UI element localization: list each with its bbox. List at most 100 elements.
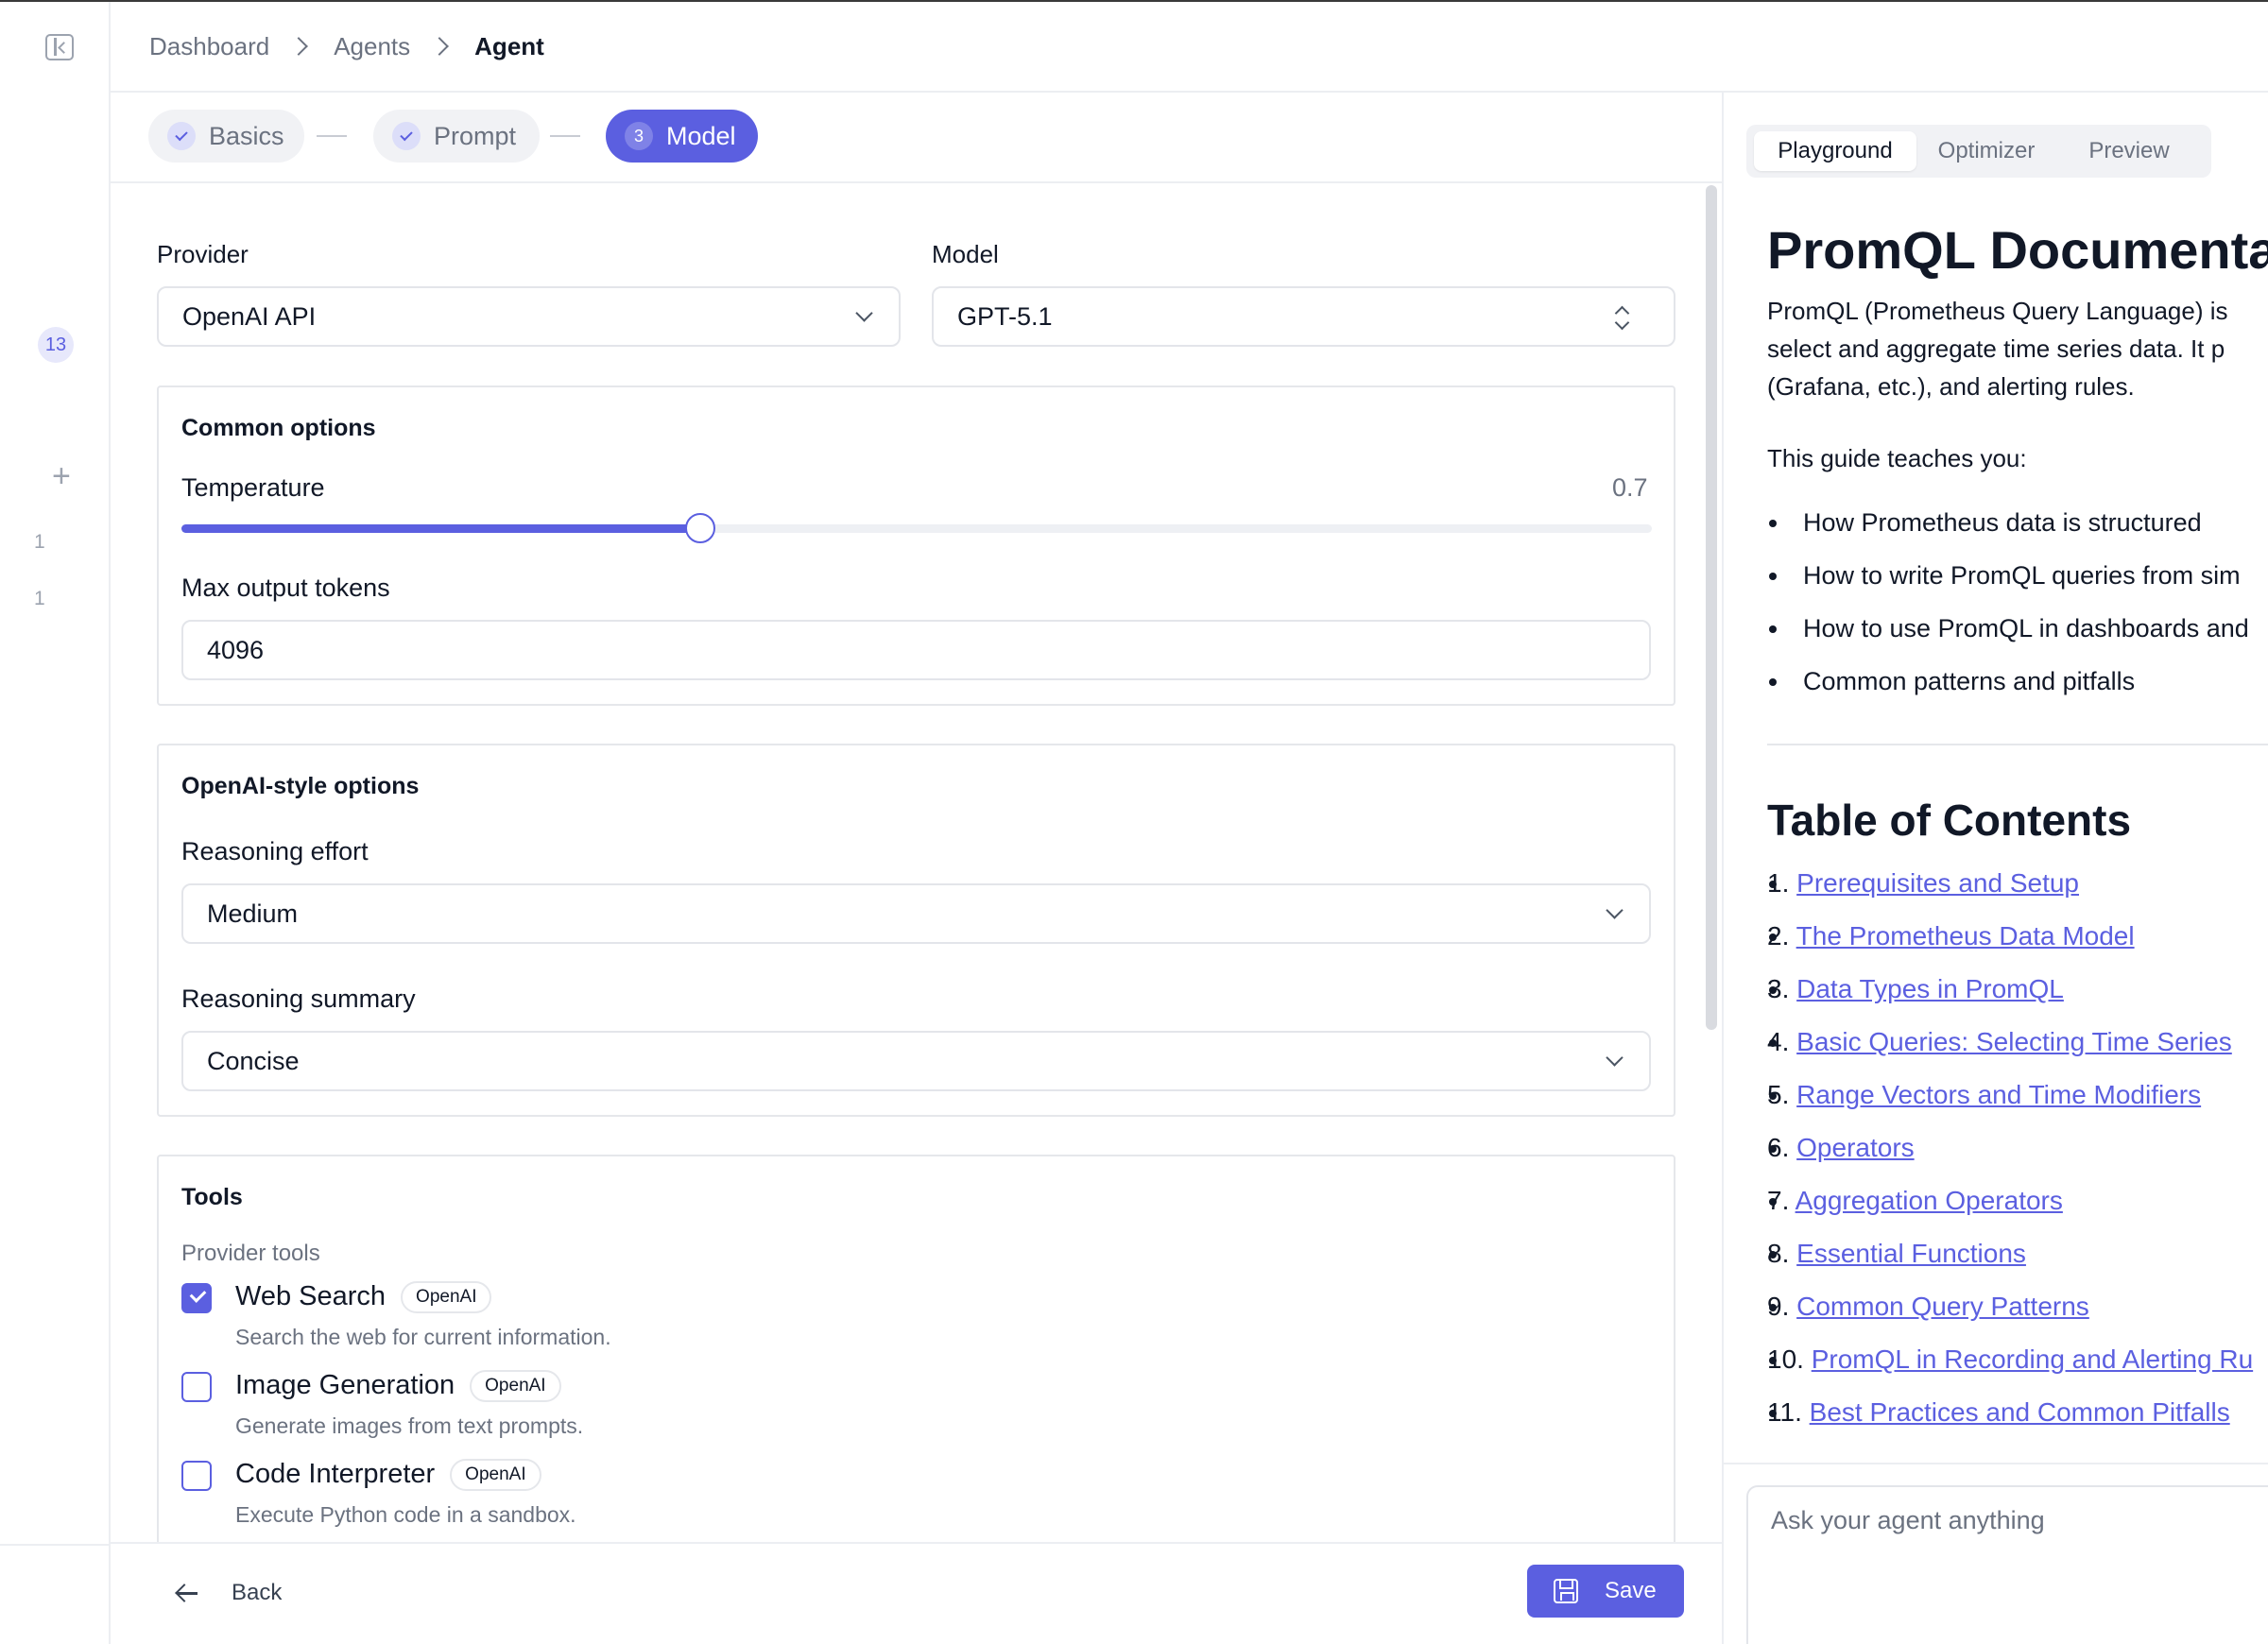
tools-title: Tools bbox=[181, 1184, 243, 1210]
toc-link[interactable]: Best Practices and Common Pitfalls bbox=[1810, 1397, 2230, 1427]
toc-link[interactable]: PromQL in Recording and Alerting Ru bbox=[1812, 1344, 2253, 1374]
reasoning-summary-select[interactable]: Concise bbox=[181, 1031, 1651, 1091]
plus-icon[interactable]: + bbox=[52, 460, 71, 492]
reasoning-effort-select[interactable]: Medium bbox=[181, 883, 1651, 944]
toc-link[interactable]: Essential Functions bbox=[1796, 1239, 2026, 1268]
toc-title: Table of Contents bbox=[1767, 796, 2132, 845]
rail-divider bbox=[0, 1544, 111, 1546]
list-item: How to write PromQL queries from sim bbox=[1767, 549, 2268, 602]
step-label: Model bbox=[666, 121, 736, 150]
toc-link[interactable]: Operators bbox=[1796, 1133, 1915, 1162]
chevron-right-icon bbox=[289, 37, 309, 56]
max-tokens-input[interactable]: 4096 bbox=[181, 620, 1651, 680]
doc-divider bbox=[1767, 744, 2268, 745]
provider-badge: OpenAI bbox=[401, 1281, 492, 1313]
reasoning-effort-label: Reasoning effort bbox=[181, 837, 369, 865]
provider-badge: OpenAI bbox=[450, 1459, 541, 1491]
toc-link[interactable]: Basic Queries: Selecting Time Series bbox=[1796, 1027, 2232, 1056]
chat-input[interactable] bbox=[1771, 1506, 2268, 1535]
toc-number: 9. bbox=[1767, 1292, 1790, 1321]
back-label: Back bbox=[232, 1580, 283, 1605]
toc-link[interactable]: The Prometheus Data Model bbox=[1796, 921, 2135, 950]
model-select[interactable]: GPT-5.1 bbox=[932, 286, 1675, 347]
sidebar-toggle-icon[interactable] bbox=[45, 34, 74, 60]
toc-item: 4. Basic Queries: Selecting Time Series bbox=[1767, 1016, 2268, 1069]
form-scrollbar[interactable] bbox=[1706, 185, 1717, 1030]
toc-number: 7. bbox=[1767, 1186, 1790, 1215]
step-prompt[interactable]: Prompt bbox=[373, 110, 540, 163]
web-search-checkbox[interactable] bbox=[181, 1283, 212, 1313]
toc-number: 11. bbox=[1767, 1397, 1802, 1427]
chevron-down-icon bbox=[855, 304, 873, 322]
model-value: GPT-5.1 bbox=[957, 301, 1053, 331]
image-generation-checkbox[interactable] bbox=[181, 1372, 212, 1402]
tab-optimizer[interactable]: Optimizer bbox=[1920, 131, 2053, 171]
reasoning-effort-value: Medium bbox=[207, 899, 299, 928]
toc-number: 3. bbox=[1767, 974, 1790, 1003]
temperature-label: Temperature bbox=[181, 473, 325, 502]
breadcrumb-agents[interactable]: Agents bbox=[334, 32, 410, 61]
toc-item: 11. Best Practices and Common Pitfalls bbox=[1767, 1386, 2268, 1439]
step-connector bbox=[550, 135, 580, 137]
code-interpreter-checkbox[interactable] bbox=[181, 1461, 212, 1491]
tab-preview[interactable]: Preview bbox=[2058, 131, 2200, 171]
doc-intro-line: (Grafana, etc.), and alerting rules. bbox=[1767, 372, 2135, 401]
provider-value: OpenAI API bbox=[182, 301, 317, 331]
doc-title: PromQL Documenta bbox=[1767, 220, 2268, 280]
tool-name: Web Search bbox=[235, 1281, 387, 1311]
back-button[interactable]: Back bbox=[177, 1580, 282, 1606]
breadcrumb-agent: Agent bbox=[474, 31, 544, 60]
list-item: Common patterns and pitfalls bbox=[1767, 655, 2268, 708]
count-badge[interactable]: 13 bbox=[38, 327, 74, 363]
toc-link[interactable]: Prerequisites and Setup bbox=[1796, 868, 2079, 898]
tool-name: Image Generation bbox=[235, 1370, 455, 1400]
doc-intro-line: select and aggregate time series data. I… bbox=[1767, 334, 2225, 363]
toc-link[interactable]: Aggregation Operators bbox=[1796, 1186, 2063, 1215]
document-content: PromQL Documenta PromQL (Prometheus Quer… bbox=[1767, 219, 2268, 1439]
model-label: Model bbox=[932, 240, 999, 268]
provider-tools-subtitle: Provider tools bbox=[181, 1241, 320, 1266]
check-icon bbox=[392, 122, 421, 150]
save-button[interactable]: Save bbox=[1527, 1565, 1684, 1618]
step-label: Basics bbox=[209, 121, 284, 150]
list-item: How Prometheus data is structured bbox=[1767, 496, 2268, 549]
toc-item: 1. Prerequisites and Setup bbox=[1767, 857, 2268, 910]
footer-bar: Back Save bbox=[111, 1542, 1722, 1644]
save-icon bbox=[1554, 1579, 1578, 1603]
temperature-slider[interactable] bbox=[181, 513, 1652, 543]
step-basics[interactable]: Basics bbox=[148, 110, 304, 163]
doc-intro-line: PromQL (Prometheus Query Language) is bbox=[1767, 297, 2228, 325]
max-tokens-value: 4096 bbox=[207, 635, 265, 664]
breadcrumb-dashboard[interactable]: Dashboard bbox=[149, 32, 269, 61]
tool-description: Execute Python code in a sandbox. bbox=[235, 1502, 576, 1527]
tool-name-wrap: Web Search OpenAI bbox=[235, 1281, 492, 1313]
toc-link[interactable]: Range Vectors and Time Modifiers bbox=[1796, 1080, 2201, 1109]
slider-fill bbox=[181, 524, 701, 533]
step-model[interactable]: 3 Model bbox=[606, 110, 758, 163]
doc-bullets: How Prometheus data is structured How to… bbox=[1767, 496, 2268, 708]
tool-name-wrap: Image Generation OpenAI bbox=[235, 1370, 561, 1402]
toc-item: 5. Range Vectors and Time Modifiers bbox=[1767, 1069, 2268, 1122]
toc-item: 2. The Prometheus Data Model bbox=[1767, 910, 2268, 963]
save-label: Save bbox=[1605, 1578, 1657, 1603]
toc-number: 1. bbox=[1767, 868, 1790, 898]
toc-number: 4. bbox=[1767, 1027, 1790, 1056]
toc-number: 5. bbox=[1767, 1080, 1790, 1109]
toc-list: 1. Prerequisites and Setup 2. The Promet… bbox=[1767, 857, 2268, 1439]
toc-item: 7. Aggregation Operators bbox=[1767, 1174, 2268, 1227]
tab-playground[interactable]: Playground bbox=[1754, 131, 1916, 171]
toc-link[interactable]: Common Query Patterns bbox=[1796, 1292, 2089, 1321]
panel-tabs: Playground Optimizer Preview bbox=[1746, 125, 2211, 178]
chevron-up-down-icon bbox=[1615, 304, 1628, 333]
rail-count: 1 bbox=[34, 588, 45, 609]
breadcrumb: Dashboard Agents Agent bbox=[111, 2, 2268, 93]
provider-label: Provider bbox=[157, 240, 249, 268]
toc-number: 2. bbox=[1767, 921, 1790, 950]
chevron-down-icon bbox=[1606, 1049, 1624, 1067]
chat-divider bbox=[1724, 1463, 2268, 1464]
reasoning-summary-label: Reasoning summary bbox=[181, 985, 416, 1013]
provider-select[interactable]: OpenAI API bbox=[157, 286, 901, 347]
check-icon bbox=[167, 122, 196, 150]
reasoning-summary-value: Concise bbox=[207, 1046, 300, 1075]
toc-link[interactable]: Data Types in PromQL bbox=[1796, 974, 2064, 1003]
